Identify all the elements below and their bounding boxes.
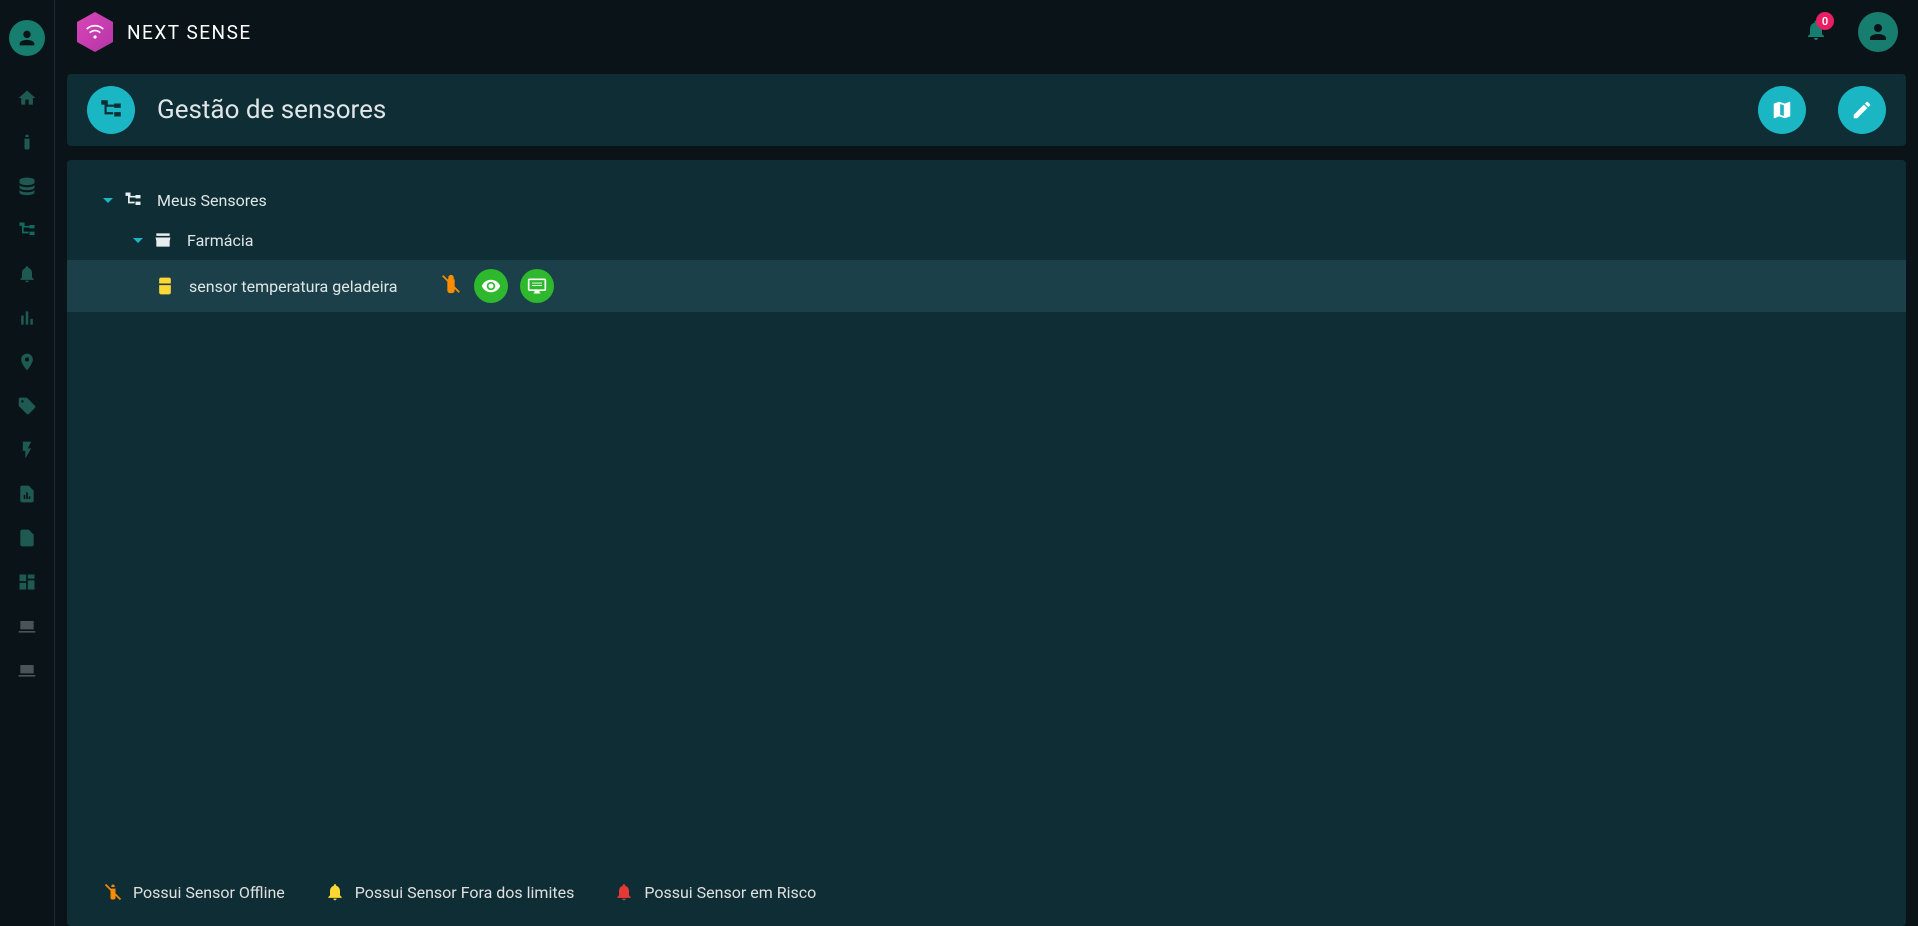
sensor-tree-panel: Meus Sensores Farmácia sensor tempe (67, 160, 1906, 926)
tree-icon (17, 220, 37, 240)
tree-group[interactable]: Farmácia (67, 220, 1906, 260)
sidebar (0, 0, 55, 926)
map-icon (1771, 99, 1793, 121)
tag-icon (17, 396, 37, 416)
sidebar-item-home[interactable] (7, 78, 47, 118)
page-title: Gestão de sensores (157, 95, 386, 125)
bell-icon (17, 264, 37, 284)
sidebar-item-dashboard[interactable] (7, 562, 47, 602)
sidebar-item-tree[interactable] (7, 210, 47, 250)
wifi-icon (85, 22, 105, 42)
location-icon (17, 352, 37, 372)
sidebar-avatar[interactable] (9, 20, 45, 56)
sensor-offline-icon (103, 882, 123, 902)
monitor-icon (527, 276, 547, 296)
notifications-button[interactable]: 0 (1804, 18, 1828, 46)
tree-root[interactable]: Meus Sensores (67, 180, 1906, 220)
legend-out-of-limits-label: Possui Sensor Fora dos limites (355, 883, 575, 902)
notifications-badge: 0 (1816, 12, 1834, 30)
bell-icon (614, 882, 634, 902)
pencil-icon (1851, 99, 1873, 121)
page-header: Gestão de sensores (67, 74, 1906, 146)
map-button[interactable] (1758, 86, 1806, 134)
home-icon (17, 88, 37, 108)
bolt-icon (17, 440, 37, 460)
sidebar-item-file[interactable] (7, 518, 47, 558)
sidebar-item-database[interactable] (7, 166, 47, 206)
tree-sensor-row[interactable]: sensor temperatura geladeira (67, 260, 1906, 312)
tree-root-label: Meus Sensores (157, 191, 267, 210)
edit-button[interactable] (1838, 86, 1886, 134)
tree-icon (98, 97, 124, 123)
database-icon (17, 176, 37, 196)
sidebar-item-file-chart[interactable] (7, 474, 47, 514)
brand-text: NEXT SENSE (127, 21, 252, 44)
tree-sensor-label: sensor temperatura geladeira (189, 277, 398, 296)
file-chart-icon (17, 484, 37, 504)
legend: Possui Sensor Offline Possui Sensor Fora… (67, 858, 1906, 926)
legend-out-of-limits: Possui Sensor Fora dos limites (325, 882, 575, 902)
legend-offline-label: Possui Sensor Offline (133, 883, 285, 902)
fridge-icon (155, 276, 175, 296)
bar-chart-icon (17, 308, 37, 328)
eye-icon (481, 276, 501, 296)
legend-at-risk: Possui Sensor em Risco (614, 882, 816, 902)
bell-icon (325, 882, 345, 902)
legend-at-risk-label: Possui Sensor em Risco (644, 883, 816, 902)
tree-group-label: Farmácia (187, 231, 253, 250)
sidebar-item-chart[interactable] (7, 298, 47, 338)
sidebar-item-tag[interactable] (7, 386, 47, 426)
sensor-tree: Meus Sensores Farmácia sensor tempe (67, 180, 1906, 858)
topbar: NEXT SENSE 0 (55, 0, 1918, 64)
sensor-offline-icon (440, 273, 462, 299)
sidebar-item-device2[interactable] (7, 650, 47, 690)
tree-icon (123, 190, 143, 210)
sidebar-item-remote[interactable] (7, 122, 47, 162)
dashboard-icon (17, 572, 37, 592)
device-icon (17, 660, 37, 680)
page-header-icon (87, 86, 135, 134)
device-icon (17, 616, 37, 636)
file-icon (17, 528, 37, 548)
remote-icon (17, 132, 37, 152)
view-sensor-button[interactable] (474, 269, 508, 303)
person-icon (1866, 20, 1890, 44)
person-icon (16, 27, 38, 49)
sidebar-item-location[interactable] (7, 342, 47, 382)
store-icon (153, 230, 173, 250)
legend-offline: Possui Sensor Offline (103, 882, 285, 902)
brand-logo[interactable] (75, 12, 115, 52)
caret-down-icon (103, 198, 113, 203)
monitor-sensor-button[interactable] (520, 269, 554, 303)
sidebar-item-bell[interactable] (7, 254, 47, 294)
tree-node-icon (123, 190, 143, 210)
user-menu-button[interactable] (1858, 12, 1898, 52)
sidebar-item-device1[interactable] (7, 606, 47, 646)
sidebar-item-bolt[interactable] (7, 430, 47, 470)
caret-down-icon (133, 238, 143, 243)
